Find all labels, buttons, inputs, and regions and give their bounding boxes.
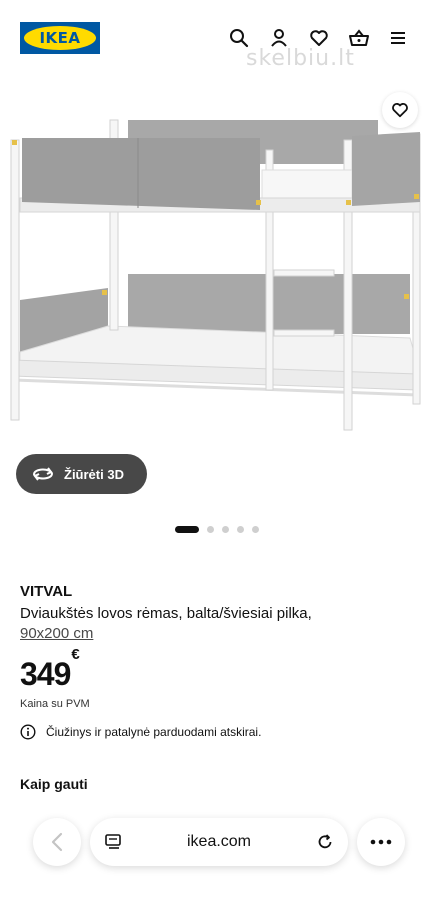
rotate-3d-icon bbox=[33, 467, 53, 481]
carousel-dot[interactable] bbox=[207, 526, 214, 533]
address-bar[interactable]: ikea.com bbox=[90, 818, 348, 866]
info-icon bbox=[20, 724, 36, 740]
carousel-dot[interactable] bbox=[237, 526, 244, 533]
url-text: ikea.com bbox=[186, 833, 252, 850]
info-notice: Čiužinys ir patalynė parduodami atskirai… bbox=[20, 724, 261, 740]
more-dots-icon bbox=[370, 839, 392, 845]
search-icon[interactable] bbox=[227, 26, 251, 50]
product-size-link[interactable]: 90x200 cm bbox=[20, 624, 93, 644]
how-to-get-heading: Kaip gauti bbox=[20, 776, 88, 792]
chevron-left-icon bbox=[51, 832, 63, 852]
carousel-dot[interactable] bbox=[252, 526, 259, 533]
heart-icon[interactable] bbox=[307, 26, 331, 50]
basket-icon[interactable] bbox=[347, 26, 371, 50]
info-text: Čiužinys ir patalynė parduodami atskirai… bbox=[46, 725, 262, 739]
more-options-button[interactable] bbox=[357, 818, 405, 866]
profile-icon[interactable] bbox=[267, 26, 291, 50]
page-menu-icon[interactable] bbox=[104, 833, 122, 851]
price-value: 349 bbox=[20, 656, 71, 692]
save-favourite-button[interactable] bbox=[382, 92, 418, 128]
heart-icon bbox=[392, 103, 408, 118]
product-image[interactable] bbox=[0, 90, 438, 510]
header: IKEA skelbiu.lt bbox=[0, 0, 438, 80]
view-3d-button[interactable]: Žiūrėti 3D bbox=[16, 454, 147, 494]
product-description: Dviaukštės lovos rėmas, balta/šviesiai p… bbox=[20, 605, 312, 622]
watermark: skelbiu.lt bbox=[246, 46, 355, 71]
product-price: 349€ bbox=[20, 646, 80, 693]
reload-icon[interactable] bbox=[316, 833, 334, 851]
logo-oval: IKEA bbox=[24, 26, 96, 50]
carousel-indicator bbox=[175, 526, 259, 533]
back-button[interactable] bbox=[33, 818, 81, 866]
logo-text: IKEA bbox=[39, 29, 81, 47]
carousel-dot[interactable] bbox=[222, 526, 229, 533]
view-3d-label: Žiūrėti 3D bbox=[64, 466, 124, 482]
menu-icon[interactable] bbox=[386, 26, 410, 50]
price-note: Kaina su PVM bbox=[20, 698, 90, 710]
product-name: VITVAL bbox=[20, 583, 73, 600]
ikea-logo[interactable]: IKEA bbox=[20, 22, 100, 54]
carousel-dot-active[interactable] bbox=[175, 526, 199, 533]
price-currency: € bbox=[71, 646, 79, 664]
